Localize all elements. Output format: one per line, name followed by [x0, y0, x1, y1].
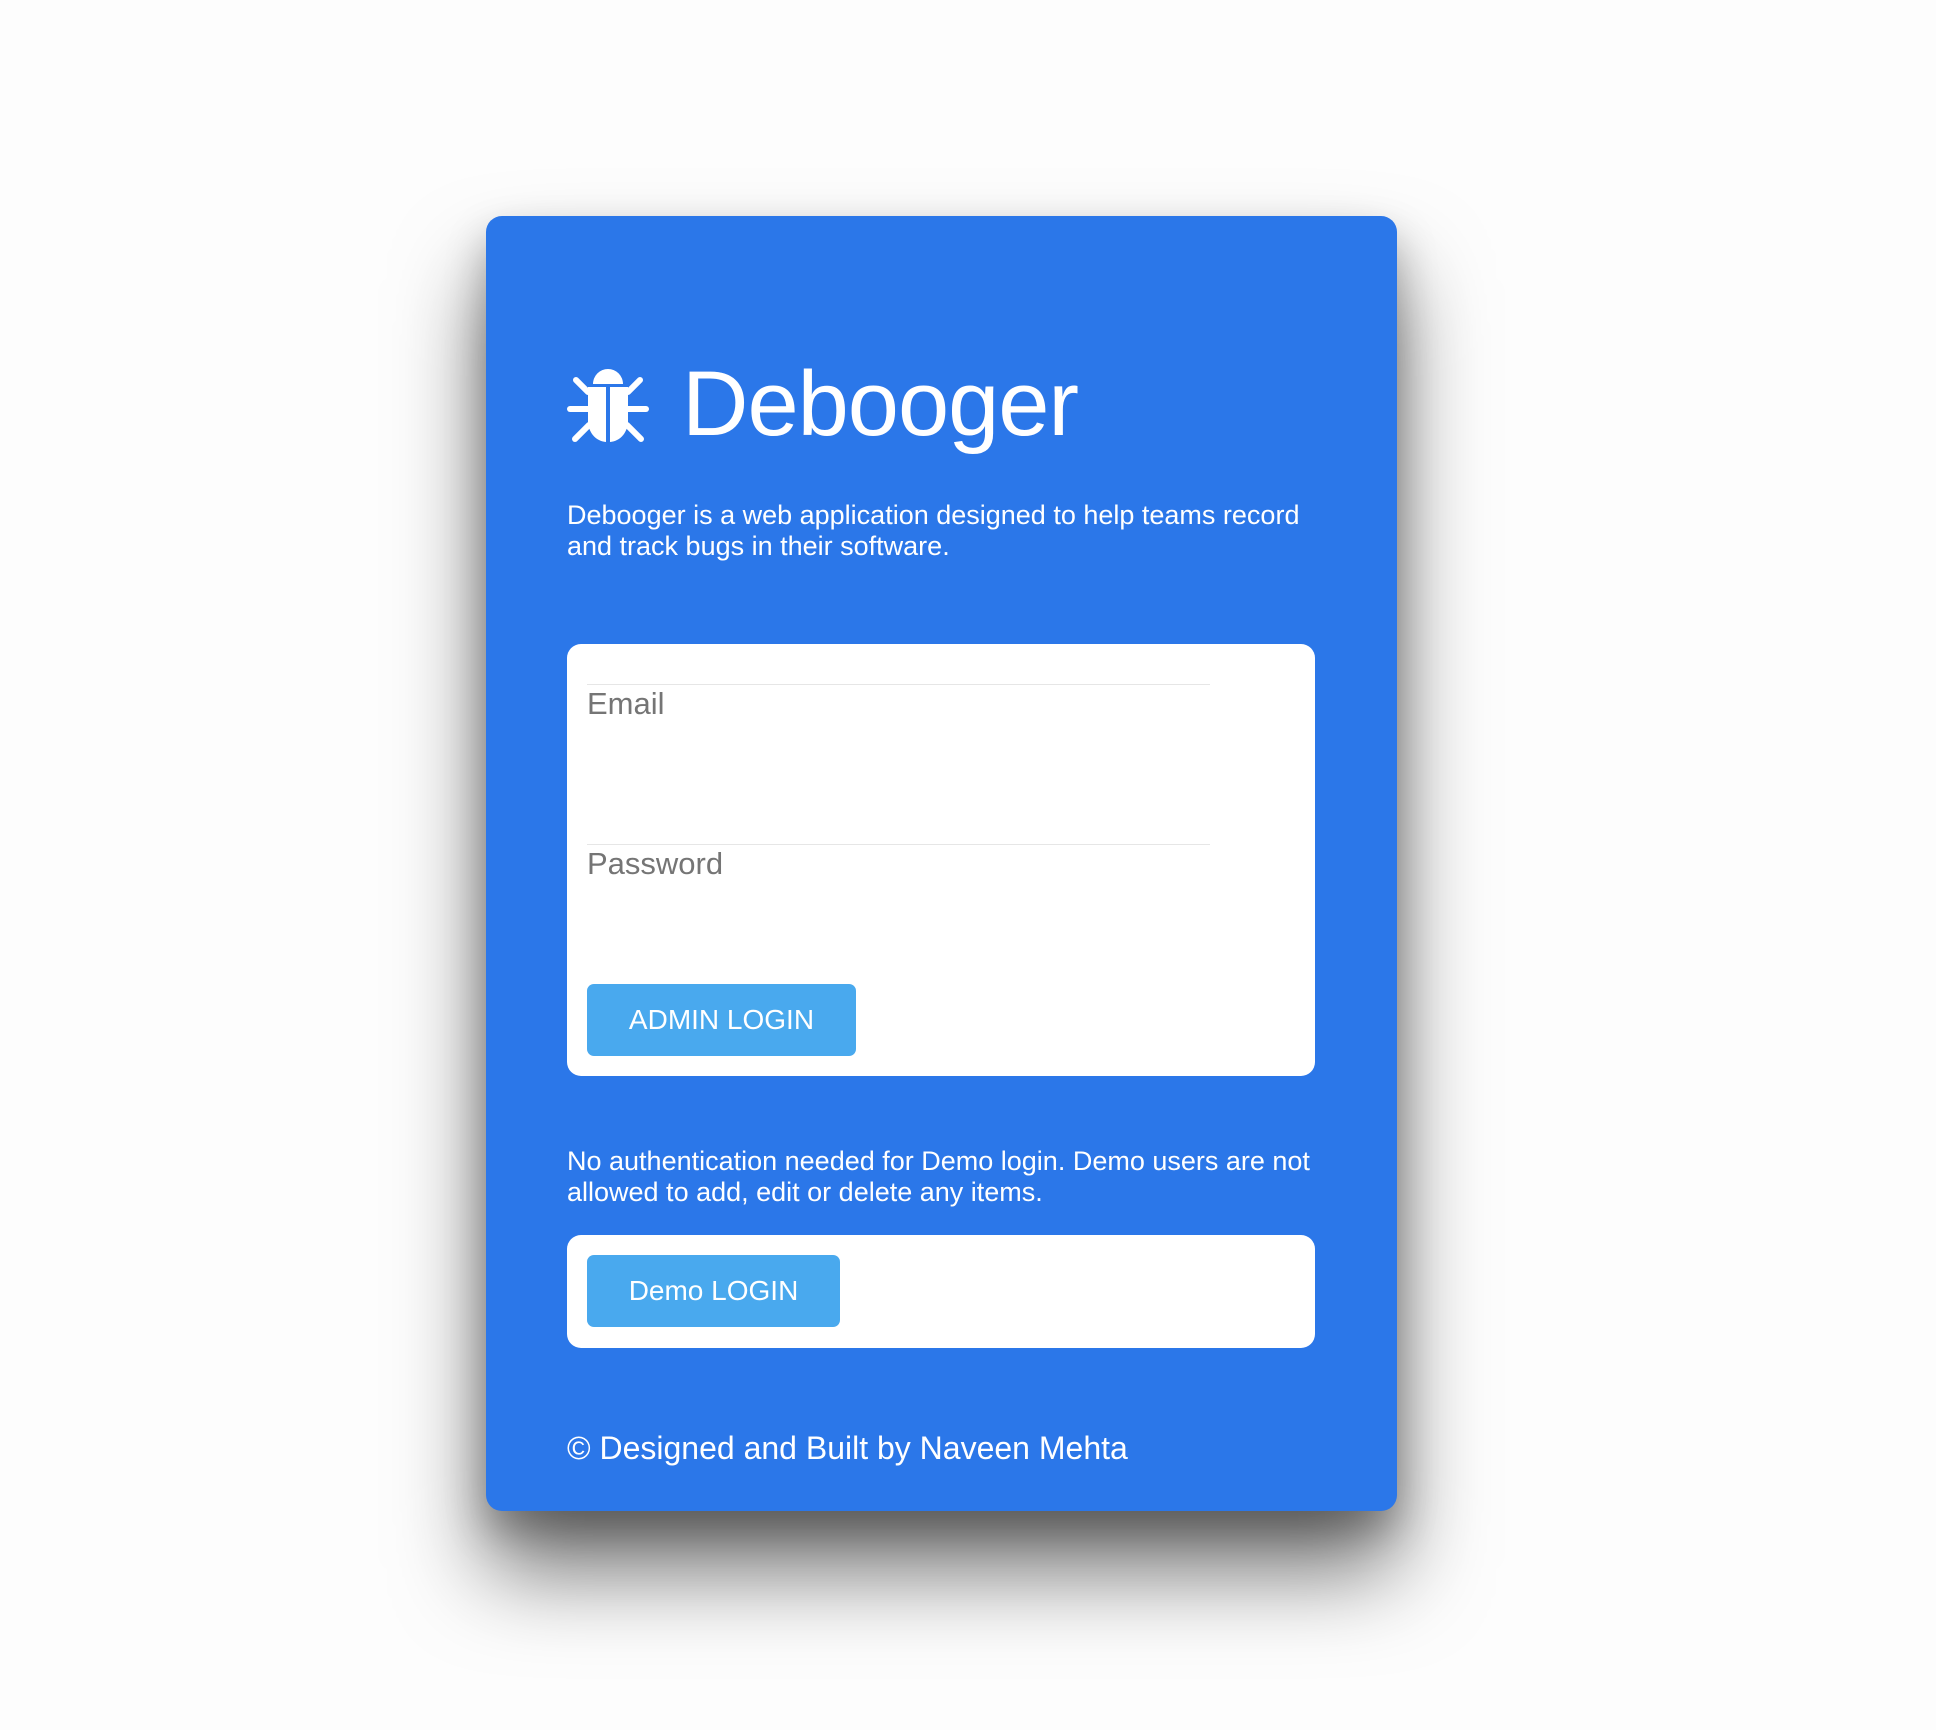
admin-login-button[interactable]: ADMIN LOGIN: [587, 984, 856, 1056]
password-field-group: Password: [587, 844, 1210, 964]
brand-header: Debooger: [566, 353, 1079, 455]
email-field-group: Email: [587, 684, 1210, 804]
app-description: Debooger is a web application designed t…: [567, 500, 1300, 561]
email-input[interactable]: [587, 685, 1210, 785]
login-card: Debooger Debooger is a web application d…: [486, 216, 1397, 1511]
footer-credit: © Designed and Built by Naveen Mehta: [567, 1430, 1128, 1466]
demo-login-button[interactable]: Demo LOGIN: [587, 1255, 840, 1327]
admin-login-form: Email Password ADMIN LOGIN: [567, 644, 1315, 1076]
bug-icon: [566, 362, 650, 446]
demo-login-panel: Demo LOGIN: [567, 1235, 1315, 1348]
demo-login-note: No authentication needed for Demo login.…: [567, 1146, 1310, 1207]
password-input[interactable]: [587, 845, 1210, 945]
app-name: Debooger: [682, 353, 1079, 455]
